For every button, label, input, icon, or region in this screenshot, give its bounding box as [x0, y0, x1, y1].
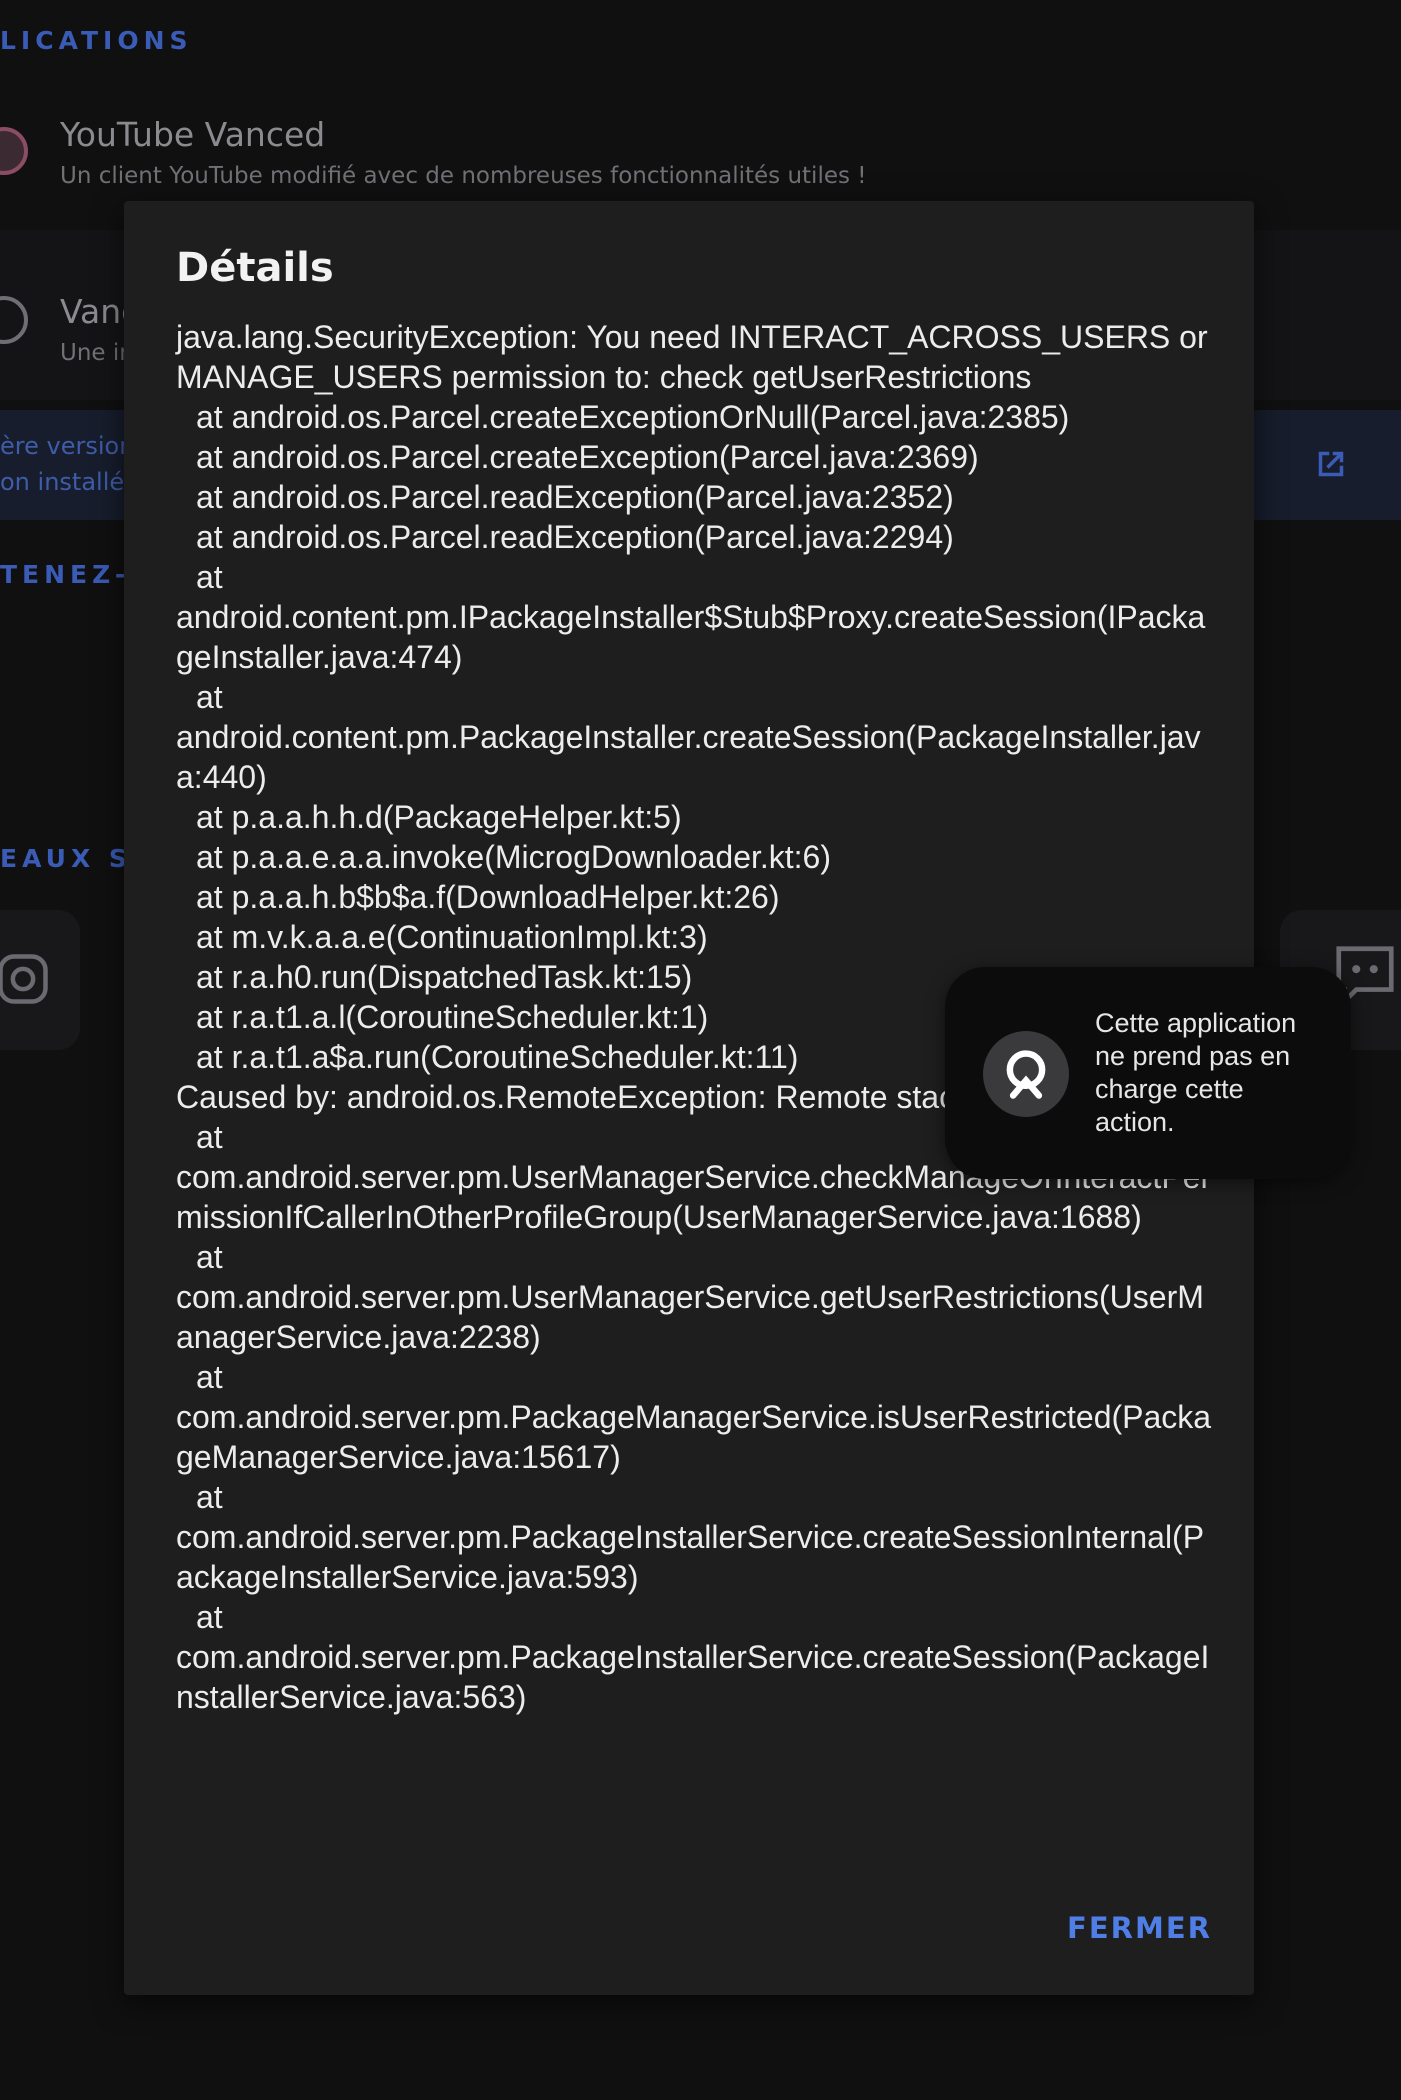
social-card-instagram[interactable] — [0, 910, 80, 1050]
stack-trace-line: at p.a.a.h.b$b$a.f(DownloadHelper.kt:26) — [196, 879, 780, 915]
toast-notification: Cette application ne prend pas en charge… — [945, 967, 1351, 1179]
stack-trace-line: com.android.server.pm.PackageInstallerSe… — [176, 1519, 1205, 1595]
stack-trace-line: at android.os.Parcel.createExceptionOrNu… — [196, 399, 1070, 435]
youtube-vanced-icon — [0, 127, 28, 175]
stack-trace-line: at — [196, 1599, 223, 1635]
section-title-applications: LICATIONS — [0, 26, 193, 55]
stack-trace-line: com.android.server.pm.PackageInstallerSe… — [176, 1639, 1210, 1715]
stack-trace-line: at — [196, 1239, 223, 1275]
open-external-icon[interactable] — [1310, 443, 1352, 485]
stack-trace-line: at — [196, 1479, 223, 1515]
stack-trace-line: at — [196, 679, 223, 715]
stack-trace-line: at android.os.Parcel.readException(Parce… — [196, 479, 954, 515]
app-logo-glyph — [1006, 1050, 1046, 1099]
toast-message: Cette application ne prend pas en charge… — [1095, 1008, 1297, 1137]
stack-trace-line: android.content.pm.PackageInstaller.crea… — [176, 719, 1201, 795]
app-logo-icon — [983, 1031, 1069, 1117]
stack-trace-line: android.content.pm.IPackageInstaller$Stu… — [176, 599, 1206, 675]
instagram-icon — [0, 954, 48, 1004]
stack-trace-line: at — [196, 1359, 223, 1395]
app-description: Une ir — [60, 340, 129, 366]
stack-trace-line: at p.a.a.h.h.d(PackageHelper.kt:5) — [196, 799, 682, 835]
app-card-youtube-vanced[interactable]: YouTube Vanced Un client YouTube modifié… — [0, 95, 1401, 215]
stack-trace-line: com.android.server.pm.UserManagerService… — [176, 1279, 1204, 1355]
screen: LICATIONS YouTube Vanced Un client YouTu… — [0, 0, 1401, 2100]
stack-trace-line: com.android.server.pm.PackageManagerServ… — [176, 1399, 1212, 1475]
stack-trace-line: at android.os.Parcel.readException(Parce… — [196, 519, 954, 555]
close-button[interactable]: FERMER — [1067, 1901, 1212, 1955]
app-description: Un client YouTube modifié avec de nombre… — [60, 163, 867, 189]
dialog-title: Détails — [176, 245, 334, 291]
stack-trace-line: at android.os.Parcel.createException(Par… — [196, 439, 979, 475]
stack-trace-line: at m.v.k.a.a.e(ContinuationImpl.kt:3) — [196, 919, 708, 955]
microg-icon — [0, 296, 28, 344]
stack-trace-line: java.lang.SecurityException: You need IN… — [176, 319, 1217, 395]
stack-trace-line: at p.a.a.e.a.a.invoke(MicrogDownloader.k… — [196, 839, 831, 875]
app-name: YouTube Vanced — [60, 115, 326, 154]
latest-version-label: ère version: — [0, 432, 143, 460]
stack-trace-line: at — [196, 559, 223, 595]
